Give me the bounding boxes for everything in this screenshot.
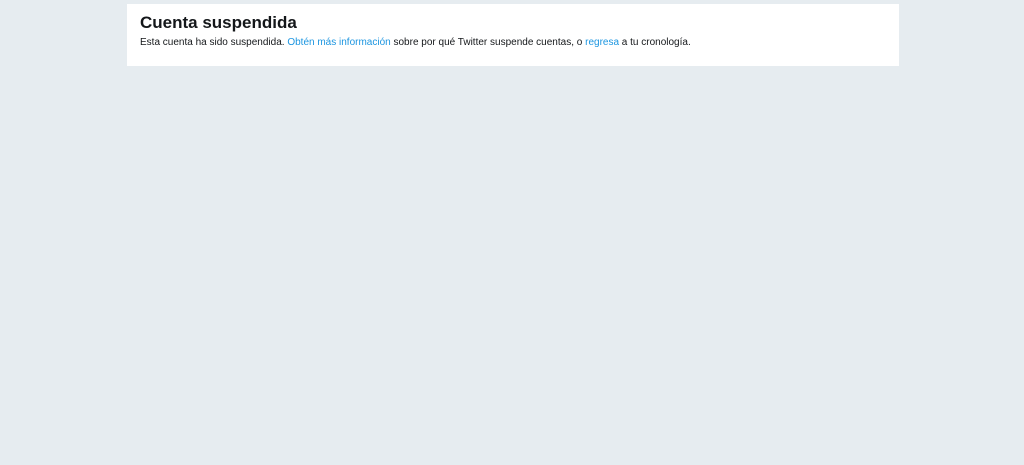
- go-back-link[interactable]: regresa: [585, 37, 619, 48]
- page: Cuenta suspendida Esta cuenta ha sido su…: [0, 0, 1024, 465]
- message-text-1: Esta cuenta ha sido suspendida.: [140, 37, 288, 48]
- message-text-2: sobre por qué Twitter suspende cuentas, …: [390, 37, 586, 48]
- learn-more-link[interactable]: Obtén más información: [287, 37, 390, 48]
- message-text-3: a tu cronología.: [619, 37, 691, 48]
- suspension-card: Cuenta suspendida Esta cuenta ha sido su…: [127, 4, 899, 66]
- suspension-message: Esta cuenta ha sido suspendida. Obtén má…: [140, 36, 887, 49]
- page-title: Cuenta suspendida: [140, 13, 297, 32]
